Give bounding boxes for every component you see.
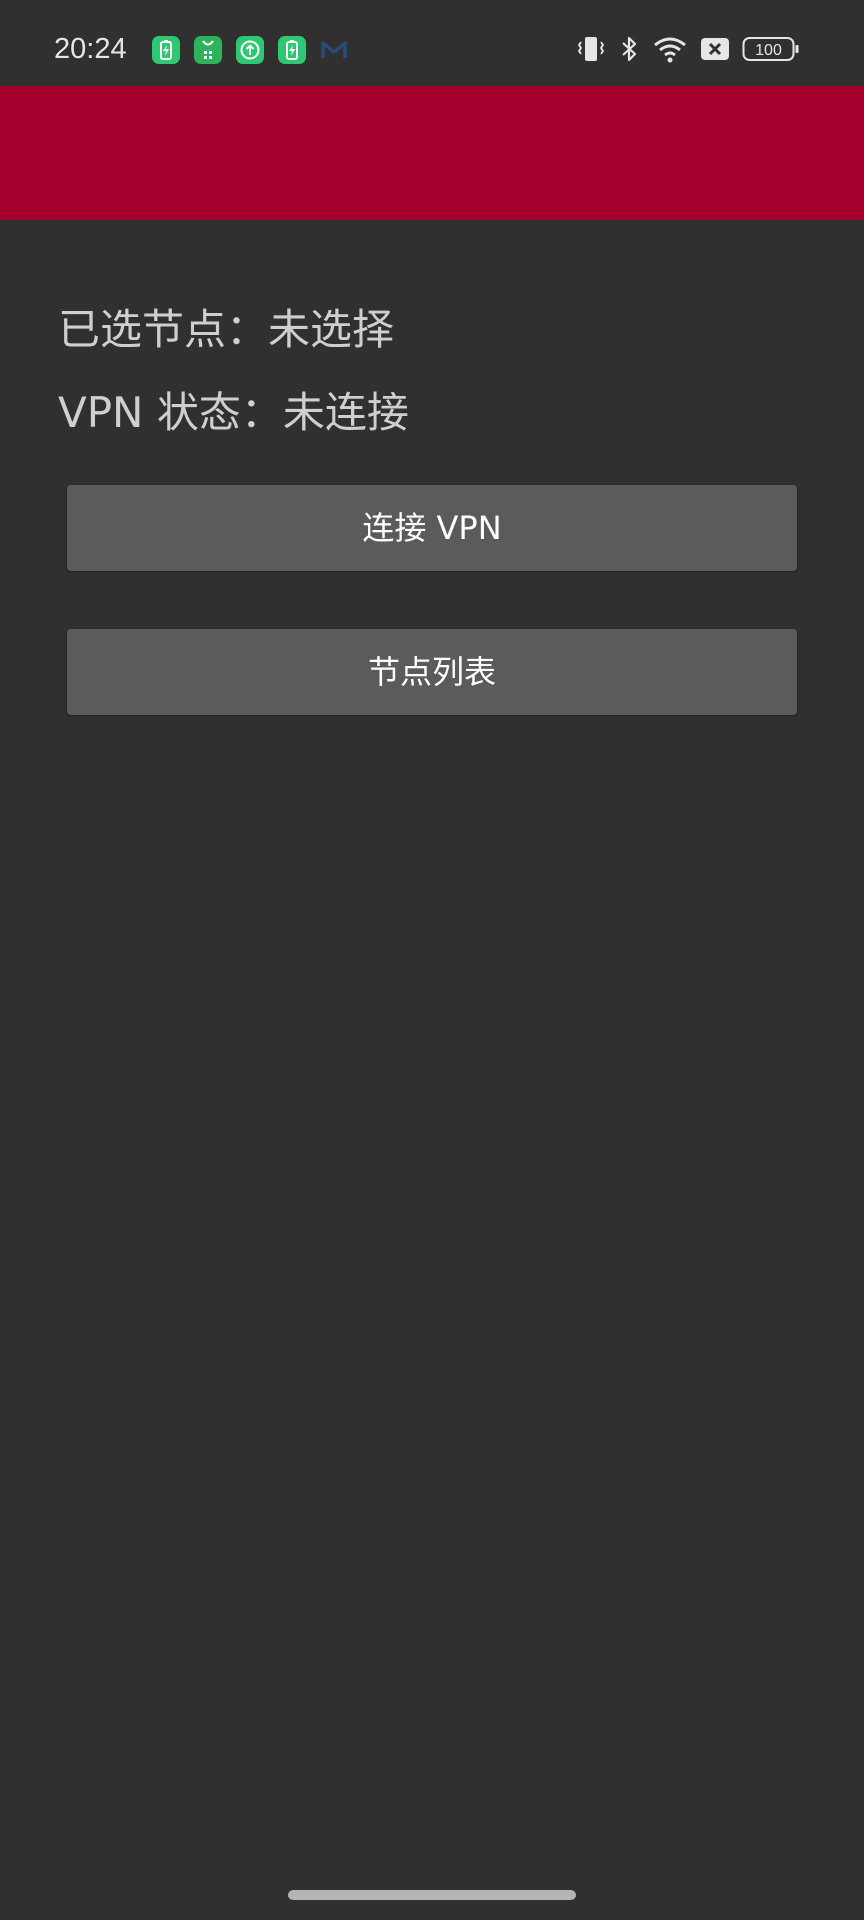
battery-icon: 100: [742, 36, 800, 66]
battery-level: 100: [755, 42, 782, 59]
vpn-status-info: VPN 状态：未连接: [58, 386, 409, 440]
vibrate-icon: [576, 34, 606, 64]
connect-vpn-button[interactable]: 连接 VPN: [67, 485, 797, 571]
gmail-icon: [320, 36, 348, 64]
app-store-icon: [194, 36, 222, 64]
no-sim-icon: [700, 36, 730, 66]
app-bar: [0, 86, 864, 220]
battery-charge-icon: [278, 36, 306, 64]
status-bar: 20:24 100: [0, 0, 864, 86]
vpn-status-value: 未连接: [282, 388, 409, 437]
vpn-status-label: VPN 状态：: [58, 388, 283, 437]
selected-node-info: 已选节点：未选择: [58, 303, 394, 357]
home-indicator[interactable]: [288, 1890, 576, 1900]
selected-node-value: 未选择: [268, 305, 395, 354]
status-time: 20:24: [54, 33, 127, 65]
node-list-button[interactable]: 节点列表: [67, 629, 797, 715]
selected-node-label: 已选节点：: [58, 305, 269, 354]
upload-icon: [236, 36, 264, 64]
wifi-icon: [652, 34, 688, 64]
battery-charge-icon: [152, 36, 180, 64]
bluetooth-icon: [616, 34, 642, 64]
